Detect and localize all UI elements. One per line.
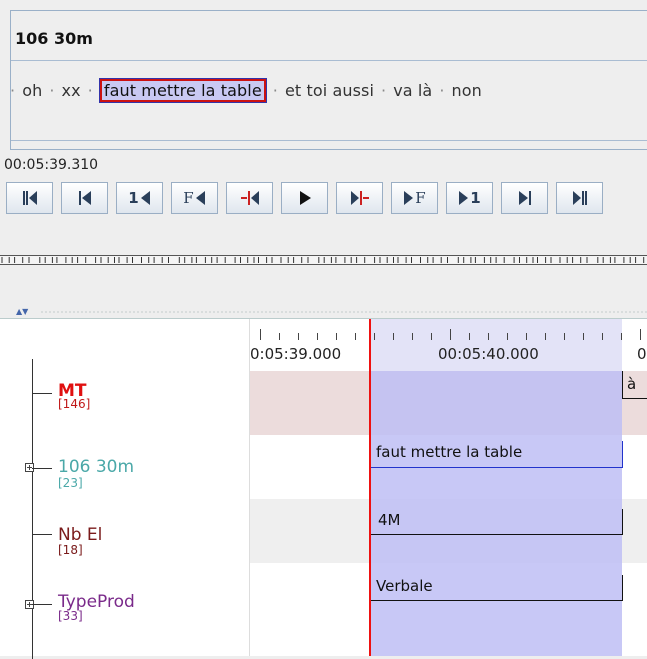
- annotation-boundary: [622, 509, 623, 535]
- boundary-forward-icon: [350, 191, 369, 205]
- subtitle-strip-area: · oh · xx · faut mettre la table · et toi aussi…: [10, 61, 647, 141]
- segment-separator: ·: [87, 81, 93, 100]
- annotation-106-30m[interactable]: faut mettre la table: [376, 443, 522, 461]
- go-to-begin-button[interactable]: [6, 182, 53, 214]
- annotation-underline: [371, 534, 623, 535]
- frame-forward-button[interactable]: F: [391, 182, 438, 214]
- subtitle-segment[interactable]: xx: [62, 81, 81, 100]
- timeline-viewer: MT [146] 106 30m [23] Nb El [18] TypePro…: [0, 318, 647, 659]
- subtitle-tier-header: 106 30m: [11, 11, 647, 61]
- media-controls: 1 F F 1: [6, 182, 603, 214]
- splitter-grip: [40, 311, 647, 313]
- previous-frame-button[interactable]: [61, 182, 108, 214]
- next-icon: [518, 191, 531, 205]
- subtitle-tier-title: 106 30m: [15, 29, 93, 48]
- segment-separator: ·: [381, 81, 387, 100]
- segment-separator: ·: [272, 81, 278, 100]
- step-back-icon: [140, 191, 150, 205]
- annotation-underline: [371, 467, 623, 468]
- segment-separator: ·: [10, 81, 16, 100]
- annotation-underline: [622, 398, 647, 399]
- annotation-underline: [371, 600, 623, 601]
- segment-separator: ·: [49, 81, 55, 100]
- segment-separator: ·: [439, 81, 445, 100]
- frame-back-button[interactable]: F: [171, 182, 218, 214]
- go-to-end-button[interactable]: [556, 182, 603, 214]
- step-forward-one-second-button[interactable]: 1: [446, 182, 493, 214]
- subtitle-segment-current[interactable]: faut mettre la table: [98, 78, 267, 103]
- skip-to-start-icon: [22, 191, 37, 205]
- annotation-boundary: [622, 441, 623, 468]
- subtitle-segment[interactable]: oh: [22, 81, 42, 100]
- frame-forward-icon: [404, 191, 414, 205]
- annotation-typeprod[interactable]: Verbale: [376, 577, 433, 595]
- frame-back-icon: [195, 191, 205, 205]
- step-back-label: 1: [128, 189, 139, 207]
- annotation-mt[interactable]: à: [627, 375, 636, 393]
- play-button[interactable]: [281, 182, 328, 214]
- skip-to-end-icon: [572, 191, 587, 205]
- frame-forward-label: F: [415, 189, 426, 207]
- overview-time-ruler[interactable]: [0, 255, 647, 265]
- step-forward-label: 1: [470, 189, 481, 207]
- panel-splitter[interactable]: ▲▼: [0, 308, 647, 316]
- annotation-nb-el[interactable]: 4M: [378, 511, 401, 529]
- subtitle-segment[interactable]: et toi aussi: [285, 81, 374, 100]
- subtitle-segment[interactable]: non: [452, 81, 482, 100]
- subtitle-strip: · oh · xx · faut mettre la table · et toi aussi…: [3, 78, 482, 103]
- play-icon: [299, 191, 311, 205]
- boundary-back-icon: [240, 191, 259, 205]
- next-boundary-button[interactable]: [336, 182, 383, 214]
- overview-ticks: [1, 257, 645, 263]
- splitter-arrows-icon[interactable]: ▲▼: [16, 308, 28, 316]
- playhead-cursor[interactable]: [369, 319, 371, 656]
- annotations-layer: à faut mettre la table 4M Verbale: [0, 319, 647, 656]
- previous-boundary-button[interactable]: [226, 182, 273, 214]
- subtitle-viewer: 106 30m · oh · xx · faut mettre la table · et t…: [10, 10, 647, 150]
- next-frame-button[interactable]: [501, 182, 548, 214]
- subtitle-segment[interactable]: va là: [393, 81, 432, 100]
- step-forward-icon: [459, 191, 469, 205]
- annotation-boundary: [622, 575, 623, 601]
- annotation-boundary: [622, 371, 623, 399]
- current-time-readout: 00:05:39.310: [4, 157, 99, 173]
- frame-back-label: F: [183, 189, 194, 207]
- previous-icon: [78, 191, 91, 205]
- step-back-one-second-button[interactable]: 1: [116, 182, 163, 214]
